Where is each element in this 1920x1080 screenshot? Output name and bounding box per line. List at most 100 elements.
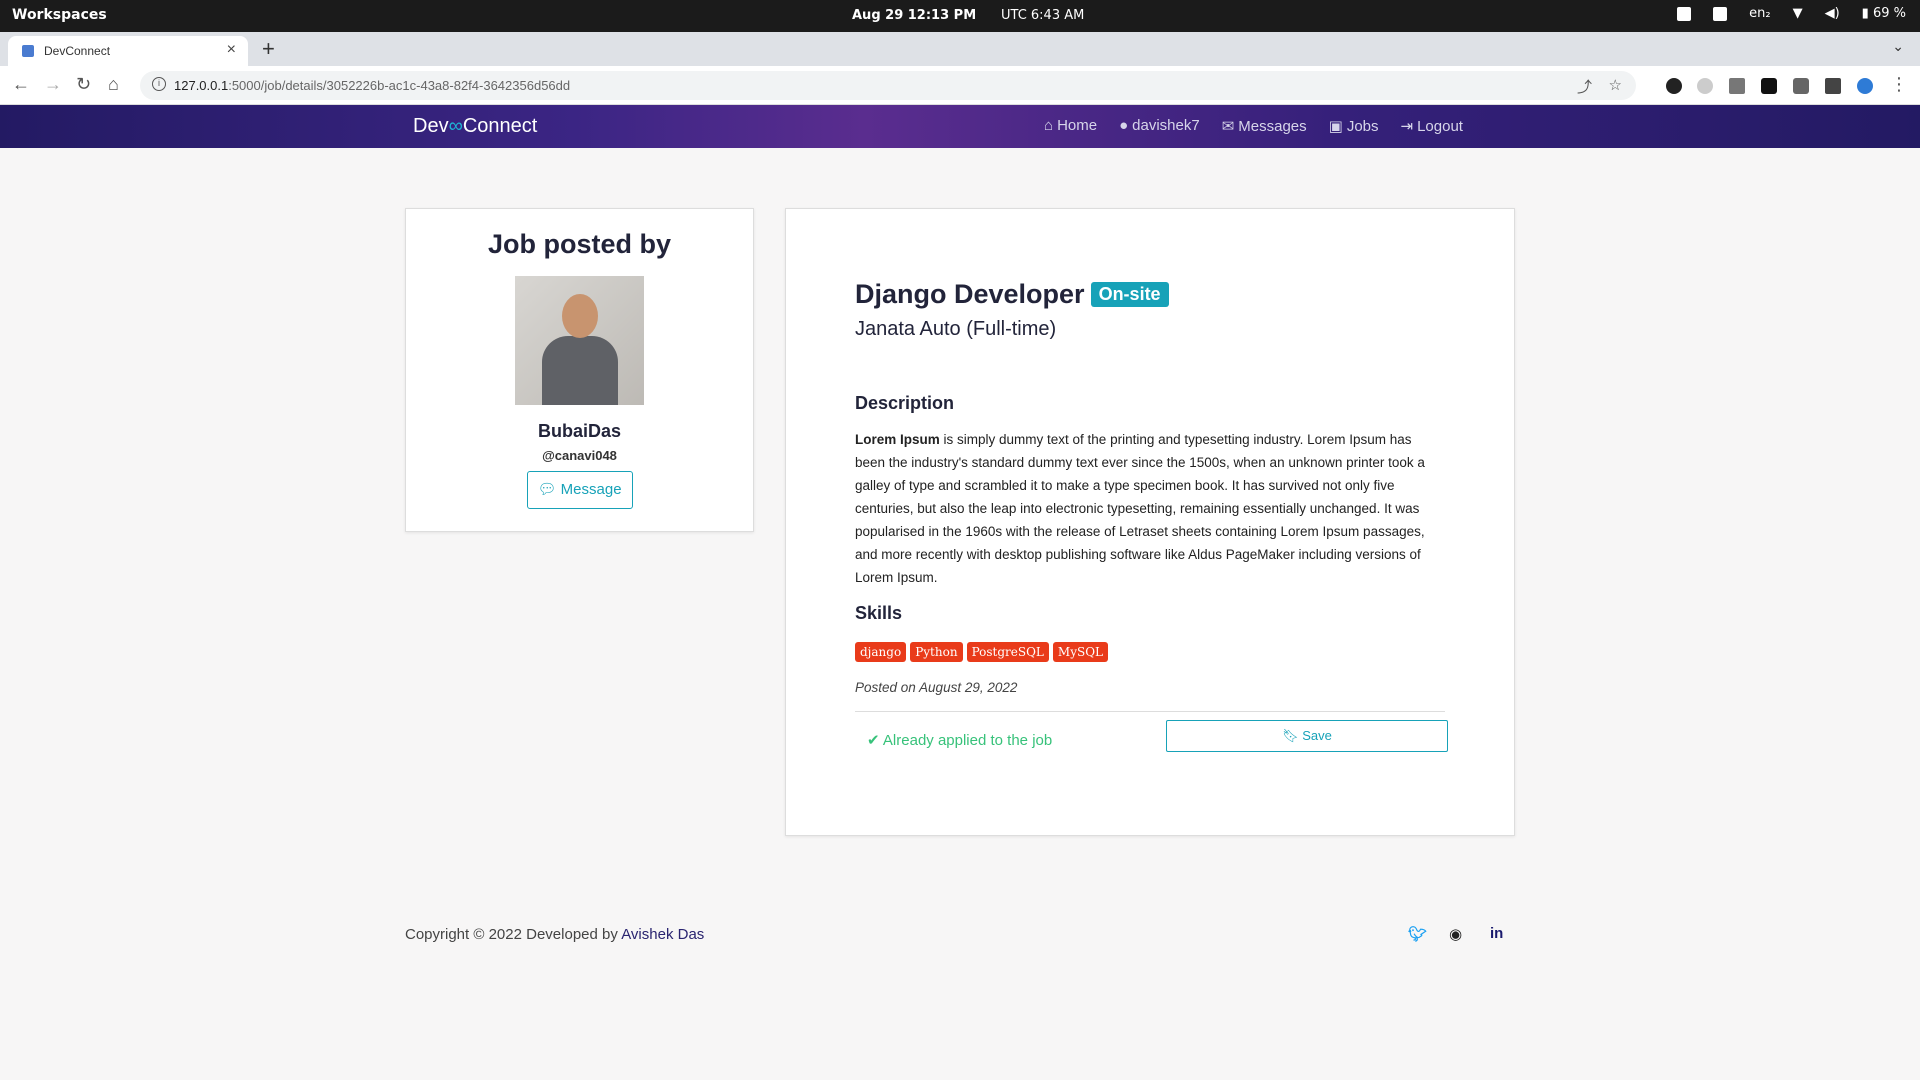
user-icon: ● [1119, 117, 1129, 134]
utc-clock: UTC 6:43 AM [1001, 8, 1085, 23]
url-path: :5000/job/details/3052226b-ac1c-43a8-82f… [228, 78, 571, 93]
author-link[interactable]: Avishek Das [621, 926, 704, 943]
browser-tab-strip: DevConnect × [0, 32, 1920, 66]
job-actions: ✔ Already applied to the job 🔖︎ Save [855, 720, 1448, 762]
nav-profile[interactable]: ● davishek7 [1119, 117, 1200, 135]
nav-links: ⌂ Home ● davishek7 ✉ Messages ▣ Jobs ⇥ Logout [1044, 117, 1463, 135]
bookmark-icon: 🔖︎ [1282, 728, 1299, 743]
nav-home-label: Home [1057, 117, 1098, 134]
applied-status-label: Already applied to the job [882, 732, 1053, 749]
battery-icon: ▮ [1861, 6, 1869, 21]
nav-messages[interactable]: ✉ Messages [1222, 117, 1307, 135]
posted-date: Posted on August 29, 2022 [855, 680, 1018, 695]
skills-list: django Python PostgreSQL MySQL [855, 642, 1445, 662]
skills-heading: Skills [855, 603, 903, 623]
nav-profile-label: davishek7 [1132, 117, 1200, 134]
avatar-body [542, 336, 618, 405]
description-heading: Description [855, 393, 955, 413]
divider [855, 711, 1445, 712]
message-button-label: Message [560, 481, 622, 498]
profile-avatar[interactable] [1857, 78, 1873, 94]
skill-badge: PostgreSQL [966, 642, 1049, 662]
nav-home[interactable]: ⌂ Home [1044, 117, 1097, 135]
url-text: 127.0.0.1:5000/job/details/3052226b-ac1c… [174, 78, 570, 93]
favicon-icon [22, 45, 34, 57]
nav-logout-label: Logout [1417, 118, 1463, 135]
wifi-icon[interactable]: ▼ [1793, 6, 1803, 21]
extensions-puzzle-icon[interactable] [1793, 78, 1809, 94]
nav-jobs[interactable]: ▣ Jobs [1329, 117, 1379, 135]
nav-jobs-label: Jobs [1346, 118, 1379, 135]
battery-percent: 69 % [1872, 6, 1906, 21]
job-poster-card: Job posted by BubaiDas @canavi048 💬︎ Mes… [405, 208, 754, 532]
tab-search-chevron-icon[interactable]: ⌄ [1892, 38, 1904, 55]
job-details-card: Django Developer On-site Janata Auto (Fu… [785, 208, 1515, 836]
message-button[interactable]: 💬︎ Message [526, 471, 633, 509]
nav-messages-label: Messages [1238, 118, 1307, 135]
clipboard-icon[interactable] [1713, 6, 1728, 21]
avatar-head [562, 294, 598, 338]
brand-logo[interactable]: Dev∞Connect [413, 115, 537, 138]
extension-icon[interactable] [1697, 78, 1713, 94]
job-description: Lorem Ipsum is simply dummy text of the … [855, 428, 1445, 589]
extension-icon[interactable] [1666, 78, 1682, 94]
battery-indicator[interactable]: ▮ 69 % [1862, 6, 1906, 21]
back-icon[interactable]: ← [12, 74, 30, 95]
workspaces-button[interactable]: Workspaces [12, 7, 107, 23]
brand-part-connect: Connect [462, 115, 538, 137]
angular-extension-icon[interactable] [1761, 78, 1777, 94]
footer-copyright: Copyright © 2022 Developed by Avishek Da… [405, 926, 704, 943]
forward-icon[interactable]: → [44, 74, 62, 95]
poster-heading: Job posted by [487, 229, 671, 259]
copyright-text: Copyright © 2022 Developed by [405, 926, 622, 943]
browser-toolbar: ← → ↻ ⌂ i 127.0.0.1:5000/job/details/305… [0, 66, 1920, 105]
brand-part-dev: Dev [413, 115, 449, 137]
poster-avatar[interactable] [515, 276, 644, 405]
screen-icon[interactable] [1677, 6, 1692, 21]
work-mode-badge: On-site [1090, 282, 1169, 307]
close-tab-icon[interactable]: × [227, 41, 236, 59]
extension-icon[interactable] [1729, 78, 1745, 94]
nav-logout[interactable]: ⇥ Logout [1401, 117, 1463, 135]
url-host: 127.0.0.1 [174, 78, 229, 93]
skill-badge: MySQL [1052, 642, 1108, 662]
skill-badge: django [855, 642, 907, 662]
home-icon: ⌂ [1044, 117, 1054, 134]
comment-icon: 💬︎ [537, 481, 557, 498]
link-icon: ∞ [448, 115, 463, 137]
new-tab-icon[interactable]: + [262, 36, 275, 62]
poster-name: BubaiDas [537, 421, 622, 441]
linkedin-icon[interactable]: in [1490, 925, 1503, 942]
volume-icon[interactable]: ◀) [1825, 6, 1840, 21]
description-lead: Lorem Ipsum [855, 432, 940, 447]
tab-title: DevConnect [44, 44, 111, 58]
home-icon[interactable]: ⌂ [108, 74, 119, 95]
share-icon[interactable]: ⤴ [1577, 76, 1592, 97]
skill-badge: Python [910, 642, 963, 662]
bookmark-star-icon[interactable]: ☆ [1609, 76, 1622, 94]
keyboard-layout[interactable]: en₂ [1749, 6, 1770, 21]
browser-menu-icon[interactable]: ⋮ [1890, 74, 1908, 95]
job-title: Django Developer [855, 279, 1085, 309]
save-job-button[interactable]: 🔖︎ Save [1166, 720, 1448, 752]
reload-icon[interactable]: ↻ [76, 74, 91, 95]
system-tray: en₂ ▼ ◀) ▮ 69 % [1677, 6, 1906, 21]
envelope-icon: ✉ [1221, 118, 1235, 135]
site-info-icon[interactable]: i [152, 77, 166, 91]
check-icon: ✔ [867, 732, 880, 749]
github-icon[interactable]: ◉ [1449, 925, 1462, 943]
save-button-label: Save [1302, 728, 1332, 743]
browser-tab[interactable]: DevConnect × [8, 36, 248, 66]
company-name: Janata Auto (Full-time) [855, 318, 1057, 340]
applied-status: ✔ Already applied to the job [867, 731, 1052, 749]
clock[interactable]: Aug 29 12:13 PM [852, 8, 976, 23]
twitter-icon[interactable]: 🐦︎ [1408, 925, 1427, 943]
os-top-bar: Workspaces Aug 29 12:13 PM UTC 6:43 AM e… [0, 0, 1920, 32]
site-navbar: Dev∞Connect ⌂ Home ● davishek7 ✉ Messages ▣… [0, 105, 1920, 148]
logout-icon: ⇥ [1400, 118, 1414, 135]
side-panel-icon[interactable] [1825, 78, 1841, 94]
address-bar[interactable]: i 127.0.0.1:5000/job/details/3052226b-ac… [140, 71, 1636, 100]
briefcase-icon: ▣ [1328, 118, 1343, 135]
poster-handle: @canavi048 [542, 448, 617, 463]
description-body: is simply dummy text of the printing and… [855, 432, 1425, 585]
